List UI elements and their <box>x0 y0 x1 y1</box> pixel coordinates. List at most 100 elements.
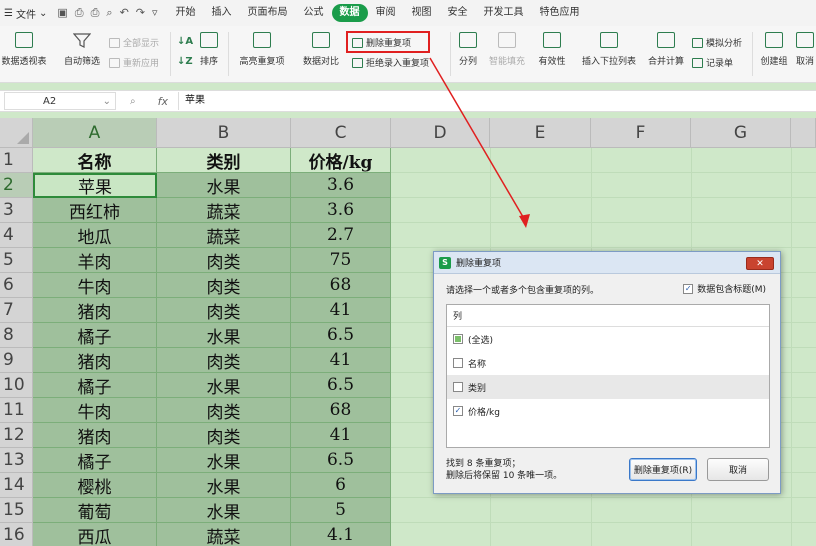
table-cell[interactable]: 水果 <box>157 373 291 398</box>
table-cell[interactable]: 3.6 <box>291 173 391 198</box>
table-cell[interactable]: 2.7 <box>291 223 391 248</box>
column-header-g[interactable]: G <box>691 118 791 148</box>
list-item-select-all[interactable]: (全选) <box>447 327 769 351</box>
zoom-icon[interactable]: ⌕ <box>130 96 136 107</box>
column-header-b[interactable]: B <box>157 118 291 148</box>
row-header[interactable]: 3 <box>0 198 33 223</box>
table-cell[interactable]: 橘子 <box>33 323 157 348</box>
tab-security[interactable]: 安全 <box>440 4 476 22</box>
insert-dropdown-button[interactable]: 插入下拉列表 <box>578 26 640 67</box>
header-cell[interactable]: 类别 <box>157 148 291 173</box>
table-cell[interactable]: 羊肉 <box>33 248 157 273</box>
row-header[interactable]: 1 <box>0 148 33 173</box>
consolidate-button[interactable]: 合并计算 <box>644 26 688 67</box>
table-cell[interactable]: 橘子 <box>33 373 157 398</box>
table-cell[interactable]: 蔬菜 <box>157 523 291 546</box>
tab-developer[interactable]: 开发工具 <box>476 4 532 22</box>
data-compare-button[interactable]: 数据对比 <box>296 26 346 67</box>
table-cell[interactable]: 牛肉 <box>33 398 157 423</box>
tab-review[interactable]: 审阅 <box>368 4 404 22</box>
close-icon[interactable]: ✕ <box>746 257 774 270</box>
table-cell[interactable]: 苹果 <box>33 173 157 198</box>
row-header[interactable]: 4 <box>0 223 33 248</box>
table-cell[interactable]: 樱桃 <box>33 473 157 498</box>
undo-icon[interactable]: ↶ <box>120 6 129 20</box>
row-header[interactable]: 7 <box>0 298 33 323</box>
table-cell[interactable]: 西瓜 <box>33 523 157 546</box>
column-header-overflow[interactable] <box>791 118 816 148</box>
reapply-button[interactable]: 重新应用 <box>109 56 159 69</box>
record-form-button[interactable]: 记录单 <box>692 56 733 69</box>
column-header-e[interactable]: E <box>490 118 591 148</box>
smart-fill-button[interactable]: 智能填充 <box>485 26 529 67</box>
table-cell[interactable]: 68 <box>291 398 391 423</box>
row-header[interactable]: 15 <box>0 498 33 523</box>
row-header[interactable]: 14 <box>0 473 33 498</box>
table-cell[interactable]: 5 <box>291 498 391 523</box>
sort-descending-button[interactable]: ↓Z <box>177 56 193 67</box>
table-cell[interactable]: 水果 <box>157 173 291 198</box>
table-cell[interactable]: 6.5 <box>291 373 391 398</box>
split-column-button[interactable]: 分列 <box>455 26 481 67</box>
table-cell[interactable]: 3.6 <box>291 198 391 223</box>
table-cell[interactable]: 4.1 <box>291 523 391 546</box>
remove-duplicates-confirm-button[interactable]: 删除重复项(R) <box>629 458 697 481</box>
row-header[interactable]: 5 <box>0 248 33 273</box>
table-cell[interactable]: 猪肉 <box>33 298 157 323</box>
tab-special[interactable]: 特色应用 <box>532 4 588 22</box>
table-cell[interactable]: 葡萄 <box>33 498 157 523</box>
table-cell[interactable]: 6 <box>291 473 391 498</box>
list-item-price[interactable]: ✓ 价格/kg <box>447 399 769 423</box>
show-all-button[interactable]: 全部显示 <box>109 36 159 49</box>
column-header-a[interactable]: A <box>33 118 157 148</box>
row-header[interactable]: 16 <box>0 523 33 546</box>
table-cell[interactable]: 肉类 <box>157 248 291 273</box>
column-header-f[interactable]: F <box>591 118 691 148</box>
list-item-category[interactable]: 类别 <box>447 375 769 399</box>
pivot-table-button[interactable]: 数据透视表 <box>0 26 48 67</box>
column-header-c[interactable]: C <box>291 118 391 148</box>
has-header-checkbox[interactable]: ✓ 数据包含标题(M) <box>683 282 766 295</box>
fx-icon[interactable]: fx <box>158 95 168 108</box>
table-cell[interactable]: 6.5 <box>291 323 391 348</box>
table-cell[interactable]: 水果 <box>157 498 291 523</box>
table-cell[interactable]: 地瓜 <box>33 223 157 248</box>
table-cell[interactable]: 牛肉 <box>33 273 157 298</box>
header-cell[interactable]: 名称 <box>33 148 157 173</box>
header-cell[interactable]: 价格/kg <box>291 148 391 173</box>
highlight-duplicates-button[interactable]: 高亮重复项 <box>232 26 292 67</box>
print-icon[interactable]: ⎙ <box>91 6 100 20</box>
row-header[interactable]: 12 <box>0 423 33 448</box>
create-group-button[interactable]: 创建组 <box>757 26 791 67</box>
tab-formulas[interactable]: 公式 <box>296 4 332 22</box>
sort-button[interactable]: 排序 <box>195 26 223 67</box>
customize-icon[interactable]: ▿ <box>152 6 158 20</box>
table-cell[interactable]: 肉类 <box>157 423 291 448</box>
table-cell[interactable]: 肉类 <box>157 273 291 298</box>
file-menu[interactable]: ☰ 文件 ⌄ <box>0 6 51 21</box>
table-cell[interactable]: 水果 <box>157 473 291 498</box>
list-item-name[interactable]: 名称 <box>447 351 769 375</box>
table-cell[interactable]: 肉类 <box>157 398 291 423</box>
table-cell[interactable]: 蔬菜 <box>157 198 291 223</box>
column-header-d[interactable]: D <box>391 118 490 148</box>
preview-icon[interactable]: ⌕ <box>106 6 112 20</box>
tab-page-layout[interactable]: 页面布局 <box>240 4 296 22</box>
table-cell[interactable]: 蔬菜 <box>157 223 291 248</box>
table-cell[interactable]: 水果 <box>157 448 291 473</box>
table-cell[interactable]: 猪肉 <box>33 423 157 448</box>
formula-input[interactable]: 苹果 <box>178 92 798 110</box>
row-header[interactable]: 2 <box>0 173 33 198</box>
table-cell[interactable]: 41 <box>291 298 391 323</box>
row-header[interactable]: 6 <box>0 273 33 298</box>
redo-icon[interactable]: ↷ <box>136 6 145 20</box>
table-cell[interactable]: 水果 <box>157 323 291 348</box>
table-cell[interactable]: 猪肉 <box>33 348 157 373</box>
save-icon[interactable]: ▣ <box>57 6 67 20</box>
print-preview-icon[interactable]: ⎙ <box>75 6 84 20</box>
ungroup-button[interactable]: 取消 <box>794 26 816 67</box>
name-box[interactable]: A2 ⌄ <box>4 92 116 110</box>
what-if-analysis-button[interactable]: 模拟分析 <box>692 36 742 49</box>
row-header[interactable]: 13 <box>0 448 33 473</box>
table-cell[interactable]: 橘子 <box>33 448 157 473</box>
